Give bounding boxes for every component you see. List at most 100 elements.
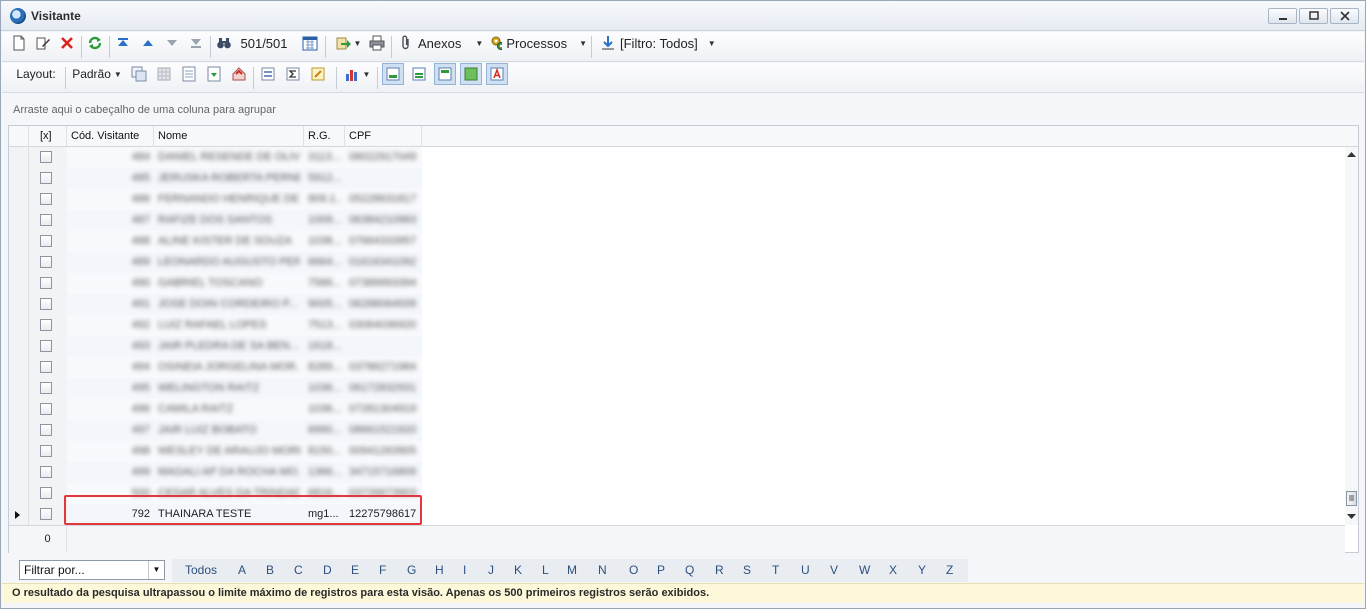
letter-filter-todos[interactable]: Todos <box>185 563 217 577</box>
row-checkbox[interactable] <box>40 214 52 226</box>
layout-save-button[interactable] <box>204 63 224 85</box>
row-indicator[interactable] <box>9 168 29 189</box>
highlight-button[interactable] <box>308 63 328 85</box>
table-row[interactable]: 492 LUIZ RAFAEL LOPES 7513... 03064036920 <box>9 315 1345 336</box>
table-row[interactable]: 484 DANIEL RESENDE DE OLIV... 3113... 08022… <box>9 147 1345 168</box>
scroll-up-icon[interactable] <box>1347 151 1356 157</box>
table-row[interactable]: 499 MAGALI AP DA ROCHA MO... 1366... 347157… <box>9 462 1345 483</box>
row-checkbox[interactable] <box>40 277 52 289</box>
row-indicator[interactable] <box>9 273 29 294</box>
search-button[interactable] <box>214 32 234 54</box>
close-button[interactable] <box>1330 8 1359 24</box>
view-option-4-button[interactable] <box>460 63 482 85</box>
letter-filter-y[interactable]: Y <box>918 563 926 577</box>
table-row[interactable]: 493 JAIR PLEDRA DE SA BEN... 1618... <box>9 336 1345 357</box>
previous-record-button[interactable] <box>138 32 158 54</box>
minimize-button[interactable] <box>1268 8 1297 24</box>
letter-filter-o[interactable]: O <box>629 563 638 577</box>
row-checkbox[interactable] <box>40 403 52 415</box>
delete-record-button[interactable] <box>57 32 77 54</box>
letter-filter-i[interactable]: I <box>463 563 466 577</box>
letter-filter-k[interactable]: K <box>514 563 522 577</box>
letter-filter-v[interactable]: V <box>830 563 838 577</box>
last-record-button[interactable] <box>186 32 206 54</box>
letter-filter-a[interactable]: A <box>238 563 246 577</box>
row-indicator[interactable] <box>9 357 29 378</box>
letter-filter-b[interactable]: B <box>266 563 274 577</box>
group-panel[interactable]: Arraste aqui o cabeçalho de uma coluna p… <box>2 95 1364 125</box>
table-row[interactable]: 494 OSINEIA JORGELINA MOR... 8289... 037862… <box>9 357 1345 378</box>
view-option-1-button[interactable] <box>382 63 404 85</box>
row-checkbox[interactable] <box>40 193 52 205</box>
table-row[interactable]: 487 RAFIZE DOS SANTOS 1009... 06384210983 <box>9 210 1345 231</box>
filter-by-dropdown[interactable]: Filtrar por... ▼ <box>19 560 165 580</box>
letter-filter-q[interactable]: Q <box>685 563 694 577</box>
vertical-scrollbar[interactable] <box>1345 147 1358 525</box>
row-checkbox[interactable] <box>40 235 52 247</box>
row-checkbox[interactable] <box>40 172 52 184</box>
table-row[interactable]: 496 CAMILA RAITZ 1036... 07281304919 <box>9 399 1345 420</box>
row-checkbox[interactable] <box>40 424 52 436</box>
row-indicator[interactable] <box>9 378 29 399</box>
row-checkbox[interactable] <box>40 340 52 352</box>
row-indicator[interactable] <box>9 462 29 483</box>
row-checkbox[interactable] <box>40 382 52 394</box>
maximize-button[interactable] <box>1299 8 1328 24</box>
table-row[interactable]: 495 WELINGTON RAITZ 1036... 06172832931 <box>9 378 1345 399</box>
letter-filter-h[interactable]: H <box>435 563 444 577</box>
row-indicator[interactable] <box>9 147 29 168</box>
print-button[interactable] <box>367 32 387 54</box>
new-record-button[interactable] <box>9 32 29 54</box>
letter-filter-e[interactable]: E <box>351 563 359 577</box>
table-row[interactable]: 488 ALINE KISTER DE SOUZA 1038... 076643339… <box>9 231 1345 252</box>
row-indicator[interactable] <box>9 420 29 441</box>
row-indicator[interactable] <box>9 483 29 504</box>
layout-home-button[interactable] <box>229 63 249 85</box>
letter-filter-s[interactable]: S <box>743 563 751 577</box>
view-option-2-button[interactable] <box>408 63 430 85</box>
sum-button[interactable] <box>283 63 303 85</box>
letter-filter-n[interactable]: N <box>598 563 607 577</box>
row-indicator[interactable] <box>9 210 29 231</box>
row-checkbox[interactable] <box>40 151 52 163</box>
letter-filter-f[interactable]: F <box>379 563 386 577</box>
row-checkbox[interactable] <box>40 298 52 310</box>
letter-filter-t[interactable]: T <box>772 563 779 577</box>
letter-filter-z[interactable]: Z <box>946 563 953 577</box>
row-indicator[interactable] <box>9 399 29 420</box>
calendar-button[interactable] <box>299 32 321 54</box>
scroll-thumb[interactable] <box>1346 491 1357 506</box>
layout-list-button[interactable] <box>179 63 199 85</box>
column-header-nome[interactable]: Nome <box>154 126 304 147</box>
table-row[interactable]: 486 FERNANDO HENRIQUE DE ... 909.1... 05228… <box>9 189 1345 210</box>
anexos-button[interactable]: Anexos ▼ <box>398 32 484 54</box>
row-checkbox[interactable] <box>40 256 52 268</box>
letter-filter-l[interactable]: L <box>542 563 549 577</box>
table-row[interactable]: 491 JOSE DOIN CORDEIRO P... 9005... 0628806… <box>9 294 1345 315</box>
row-checkbox[interactable] <box>40 466 52 478</box>
edit-record-button[interactable] <box>33 32 53 54</box>
row-indicator[interactable] <box>9 231 29 252</box>
layout-grid-button[interactable] <box>154 63 174 85</box>
processos-button[interactable]: Processos ▼ <box>490 32 587 54</box>
row-indicator[interactable] <box>9 441 29 462</box>
row-indicator[interactable] <box>9 504 29 525</box>
row-checkbox[interactable] <box>40 508 52 520</box>
column-header-check[interactable]: [x] <box>29 126 67 147</box>
table-row[interactable]: 498 WESLEY DE ARAUJO MORE... 8150... 009412… <box>9 441 1345 462</box>
letter-filter-w[interactable]: W <box>859 563 870 577</box>
letter-filter-x[interactable]: X <box>889 563 897 577</box>
row-indicator[interactable] <box>9 315 29 336</box>
refresh-button[interactable] <box>85 32 105 54</box>
letter-filter-u[interactable]: U <box>801 563 810 577</box>
row-checkbox[interactable] <box>40 361 52 373</box>
next-record-button[interactable] <box>162 32 182 54</box>
column-header-codigo[interactable]: Cód. Visitante <box>67 126 154 147</box>
letter-filter-p[interactable]: P <box>657 563 665 577</box>
row-indicator[interactable] <box>9 252 29 273</box>
table-row[interactable]: 489 LEONARDO AUGUSTO PER... 6664... 0161634… <box>9 252 1345 273</box>
export-button[interactable]: ▼ <box>331 32 365 54</box>
letter-filter-c[interactable]: C <box>294 563 303 577</box>
table-row[interactable]: 485 JERUSKA ROBERTA PERNE... 5912... <box>9 168 1345 189</box>
chart-button[interactable]: ▼ <box>342 63 372 85</box>
